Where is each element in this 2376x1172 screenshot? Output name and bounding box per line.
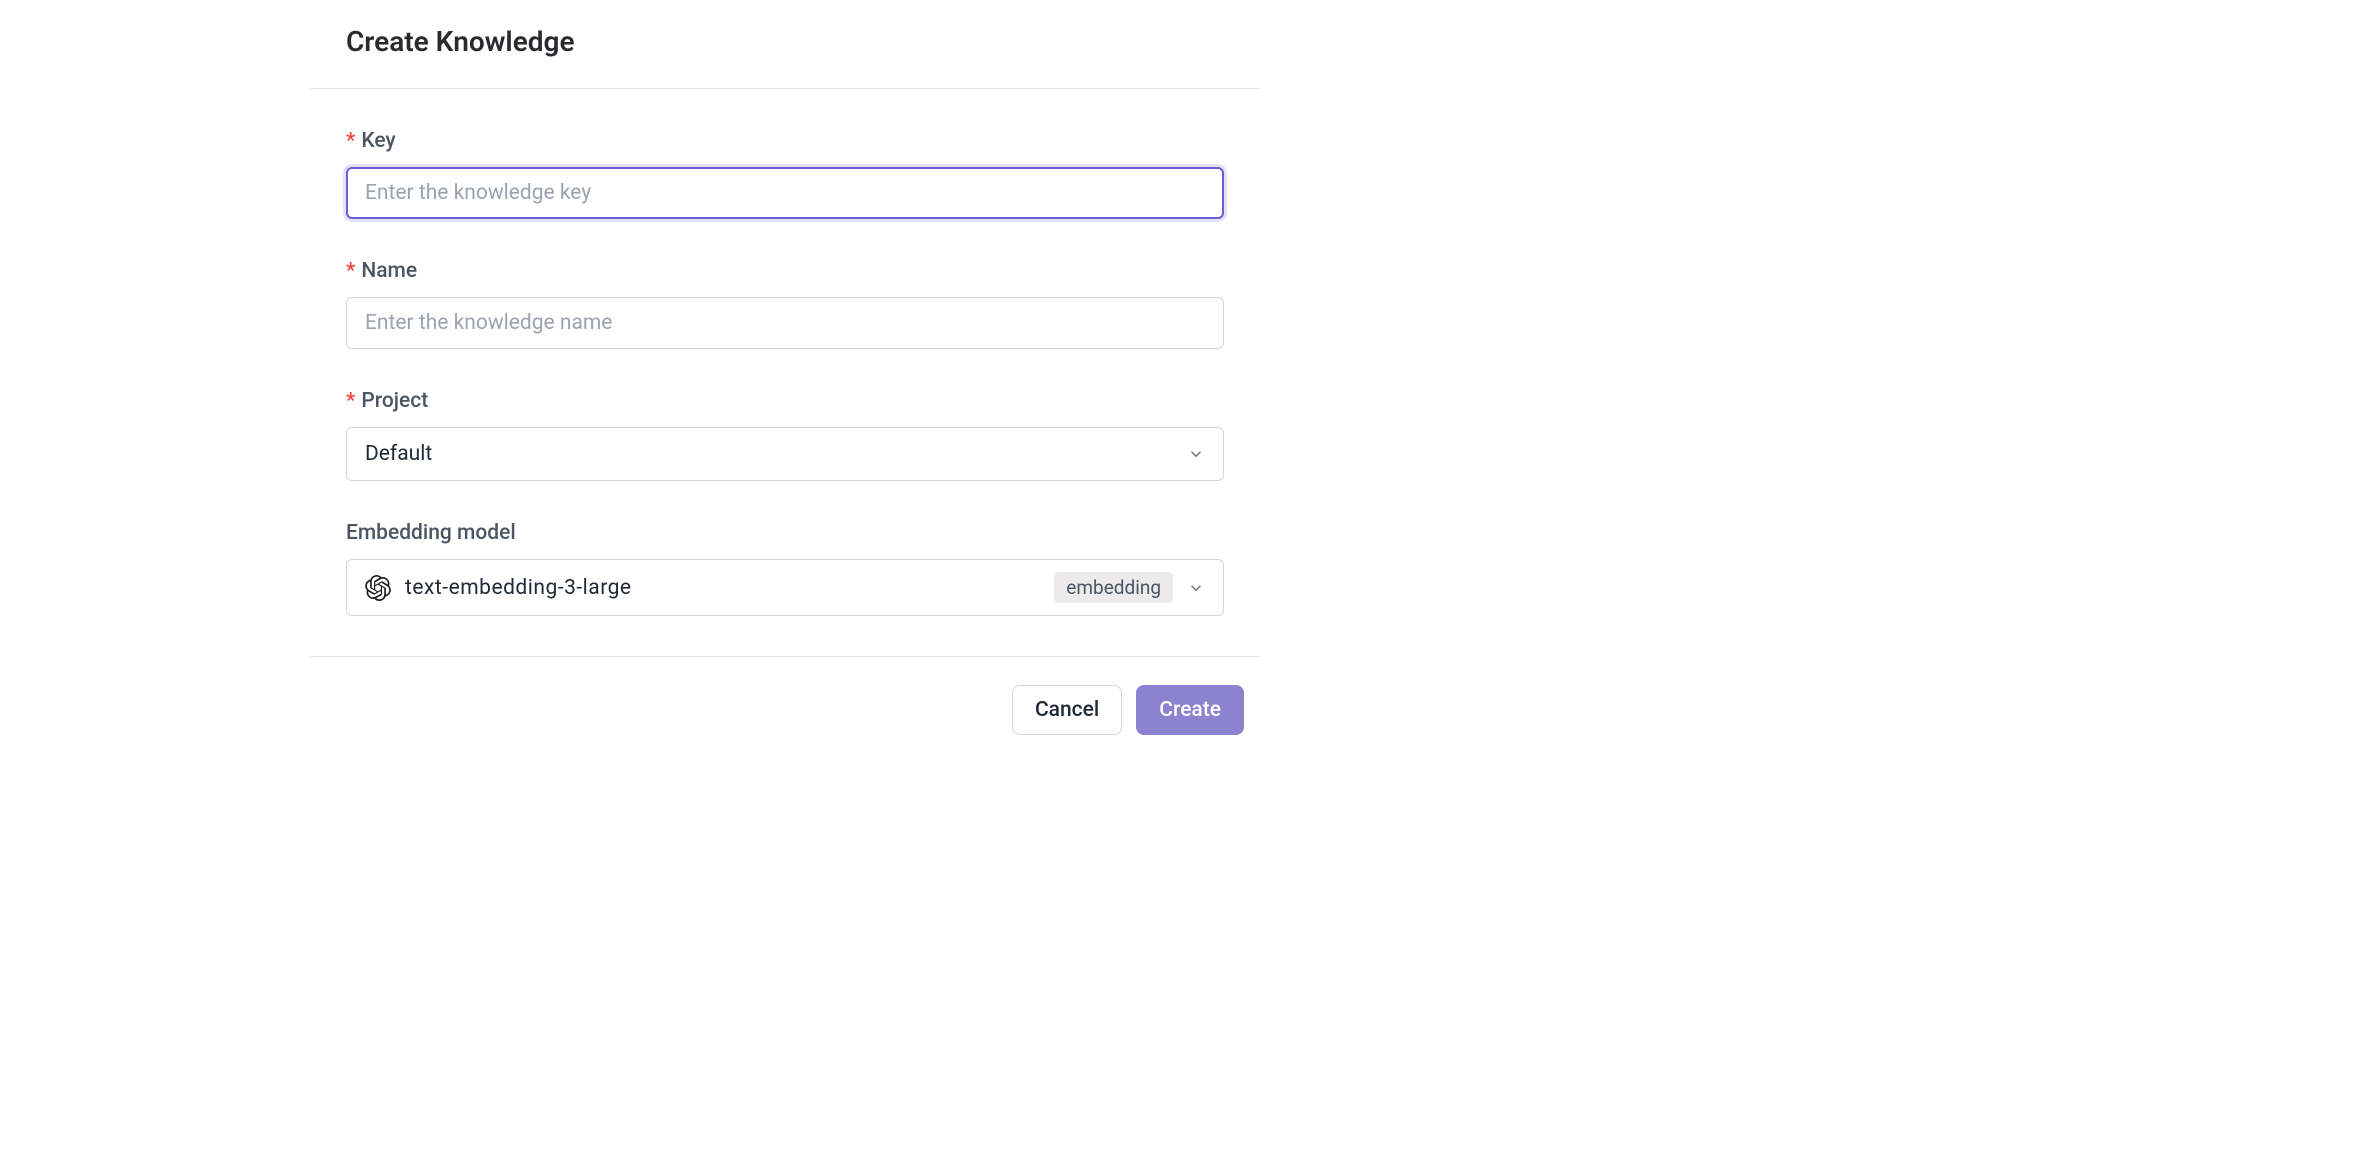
openai-icon xyxy=(365,575,391,601)
project-select[interactable]: Default xyxy=(346,427,1224,481)
project-label: Project xyxy=(346,389,1224,413)
embedding-model-name: text-embedding-3-large xyxy=(405,576,1054,600)
embedding-label: Embedding model xyxy=(346,521,1224,545)
create-button[interactable]: Create xyxy=(1136,685,1244,735)
form-group-embedding: Embedding model text-embedding-3-large e… xyxy=(346,521,1224,616)
chevron-down-icon xyxy=(1187,445,1205,463)
project-selected-value: Default xyxy=(365,442,1187,466)
form-group-name: Name xyxy=(346,259,1224,349)
embedding-model-select[interactable]: text-embedding-3-large embedding xyxy=(346,559,1224,616)
form-group-key: Key xyxy=(346,129,1224,219)
cancel-button[interactable]: Cancel xyxy=(1012,685,1122,735)
embedding-tag: embedding xyxy=(1054,572,1173,603)
chevron-down-icon xyxy=(1187,579,1205,597)
form-group-project: Project Default xyxy=(346,389,1224,481)
page-title: Create Knowledge xyxy=(346,25,1224,58)
key-label: Key xyxy=(346,129,1224,153)
name-input[interactable] xyxy=(346,297,1224,349)
key-input[interactable] xyxy=(346,167,1224,219)
modal-footer: Cancel Create xyxy=(310,657,1260,755)
name-label: Name xyxy=(346,259,1224,283)
form-body: Key Name Project Default Embedding model xyxy=(310,89,1260,656)
modal-header: Create Knowledge xyxy=(310,25,1260,88)
